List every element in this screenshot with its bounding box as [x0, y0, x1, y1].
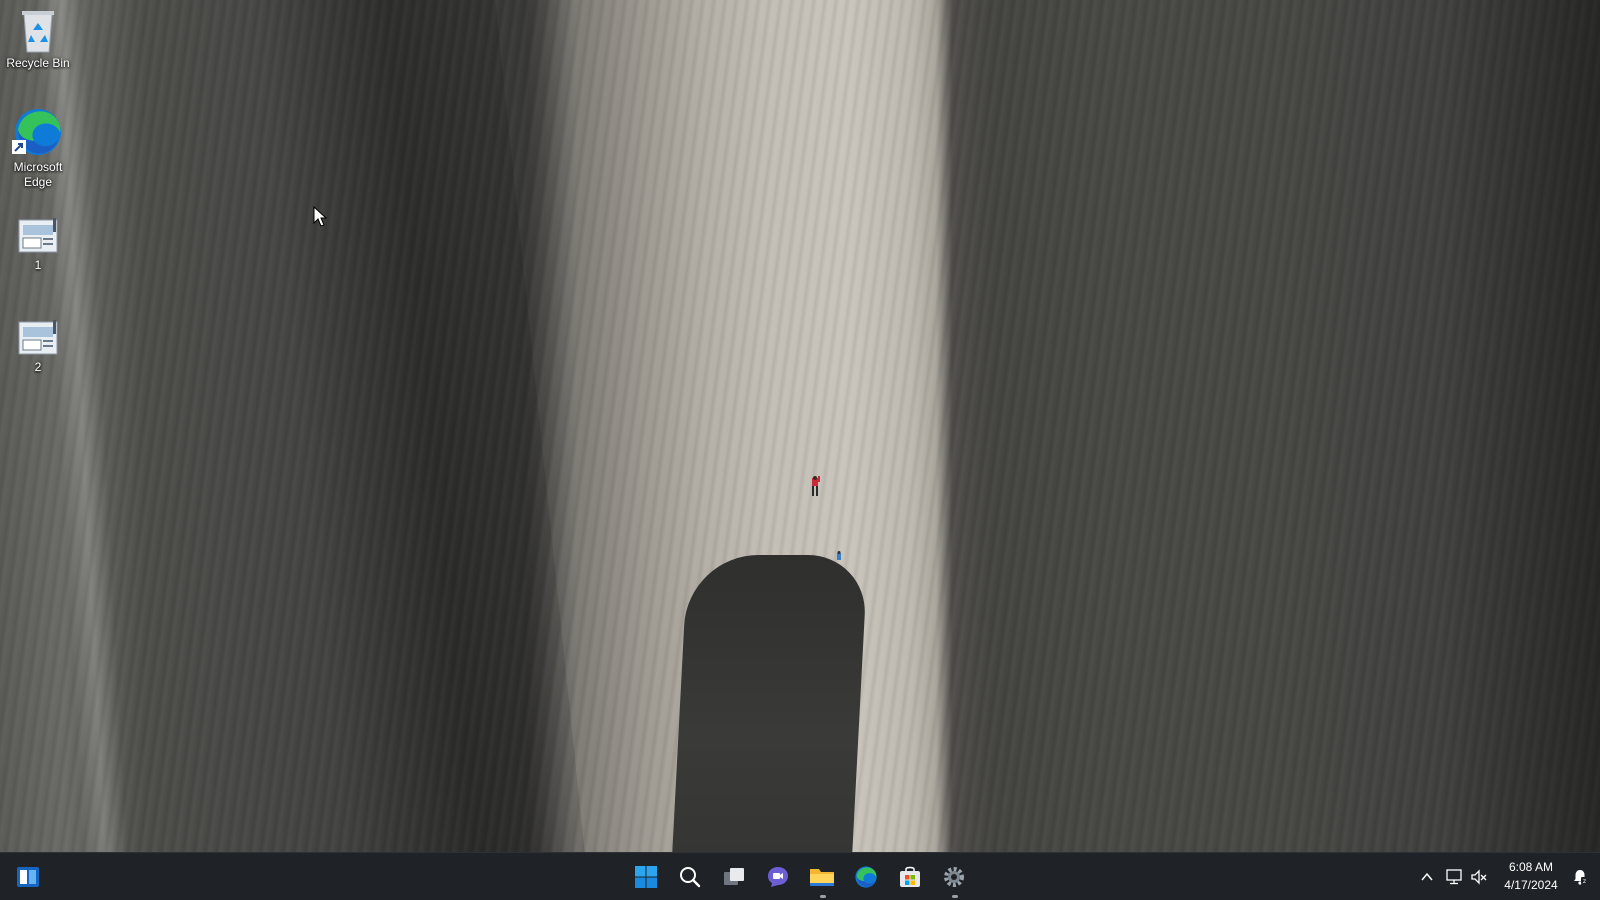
desktop-icon-file-1[interactable]: 1	[0, 218, 76, 273]
chat-button[interactable]	[760, 859, 796, 895]
widgets-button[interactable]	[10, 859, 46, 895]
wallpaper-edge-shadow	[1440, 0, 1600, 852]
desktop-icon-microsoft-edge[interactable]: Microsoft Edge	[0, 106, 76, 190]
widgets-icon	[17, 867, 39, 887]
task-view-button[interactable]	[716, 859, 752, 895]
volume-button[interactable]	[1468, 865, 1490, 889]
file-explorer-button[interactable]	[804, 859, 840, 898]
store-button[interactable]	[892, 859, 928, 895]
notifications-button[interactable]: z	[1569, 865, 1591, 889]
settings-button[interactable]	[936, 859, 972, 898]
image-file-icon	[18, 218, 58, 253]
edge-icon	[855, 866, 877, 888]
running-indicator	[820, 895, 826, 898]
desktop-icon-label: 1	[34, 258, 42, 272]
taskbar: 6:08 AM 4/17/2024 z	[0, 852, 1600, 900]
desktop-icon-recycle-bin[interactable]: Recycle Bin	[0, 8, 76, 71]
clock-time: 6:08 AM	[1508, 860, 1554, 874]
task-view-icon	[724, 868, 744, 885]
chat-icon	[768, 867, 788, 887]
recycle-bin-icon	[22, 11, 54, 53]
store-icon	[900, 866, 920, 887]
windows-start-icon	[635, 866, 657, 888]
svg-text:z: z	[1583, 878, 1586, 885]
climber-figure	[837, 551, 841, 560]
edge-icon	[12, 109, 61, 155]
network-button[interactable]	[1443, 865, 1465, 889]
clock-date: 4/17/2024	[1504, 878, 1558, 892]
notification-icon: z	[1574, 870, 1588, 885]
edge-taskbar-button[interactable]	[848, 859, 884, 895]
image-file-icon	[18, 320, 58, 355]
desktop-icon-label: Microsoft Edge	[13, 160, 63, 189]
desktop-icon-label: 2	[34, 360, 42, 374]
wallpaper-rock-pillar	[672, 555, 868, 852]
search-button[interactable]	[672, 859, 708, 895]
start-button[interactable]	[628, 859, 664, 895]
folder-icon	[810, 869, 834, 886]
mouse-cursor-icon	[313, 206, 327, 227]
desktop-icon-file-2[interactable]: 2	[0, 320, 76, 375]
climber-figure	[812, 476, 820, 496]
desktop-icon-label: Recycle Bin	[6, 56, 70, 70]
gear-icon	[944, 867, 964, 887]
search-icon	[680, 867, 701, 888]
network-icon	[1446, 869, 1462, 885]
chevron-up-icon	[1421, 872, 1433, 881]
volume-muted-icon	[1471, 869, 1487, 885]
clock[interactable]: 6:08 AM 4/17/2024	[1498, 858, 1564, 894]
running-indicator	[952, 895, 958, 898]
show-hidden-icons-button[interactable]	[1416, 865, 1438, 889]
desktop-wallpaper	[0, 0, 1600, 852]
